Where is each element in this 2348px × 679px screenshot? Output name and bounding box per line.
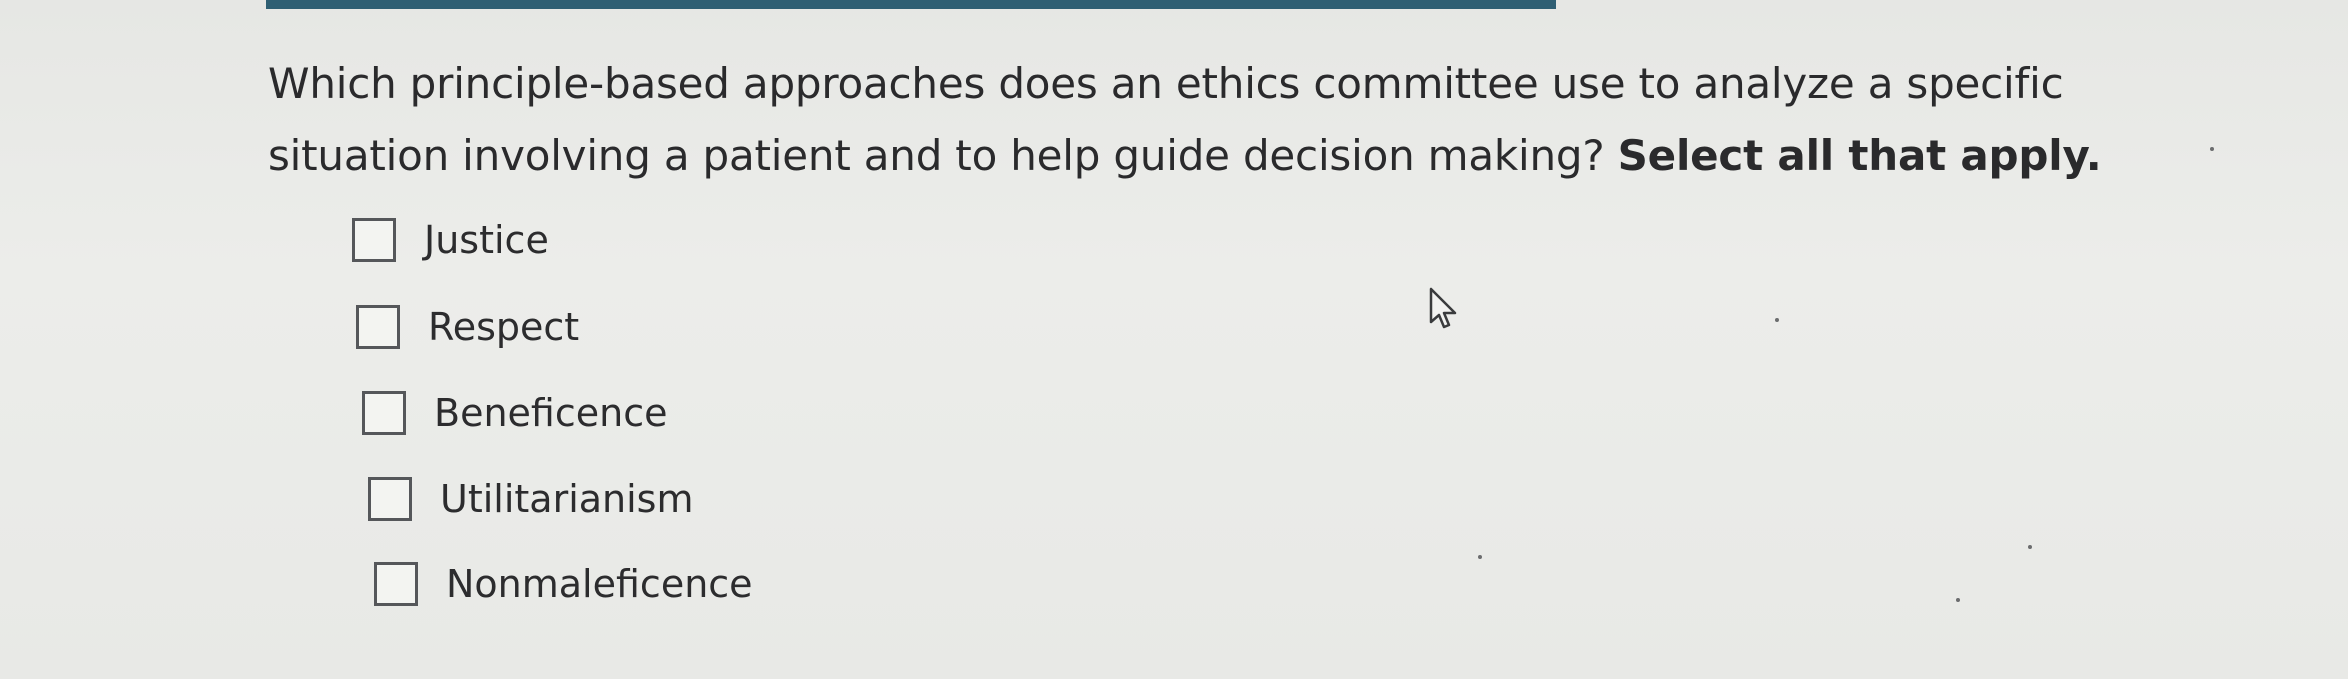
screen-speck xyxy=(1775,318,1779,322)
checkbox-utilitarianism[interactable] xyxy=(368,477,412,521)
option-label-justice: Justice xyxy=(424,218,549,262)
option-beneficence[interactable]: Beneficence xyxy=(362,391,667,435)
checkbox-beneficence[interactable] xyxy=(362,391,406,435)
screen-speck xyxy=(1478,555,1482,559)
answer-options: Justice Respect Beneficence Utilitariani… xyxy=(0,0,2348,679)
option-label-utilitarianism: Utilitarianism xyxy=(440,477,694,521)
option-label-nonmaleficence: Nonmaleficence xyxy=(446,562,753,606)
screen-speck xyxy=(1956,598,1960,602)
option-respect[interactable]: Respect xyxy=(356,305,579,349)
option-utilitarianism[interactable]: Utilitarianism xyxy=(368,477,694,521)
mouse-pointer-icon xyxy=(1429,287,1457,329)
checkbox-justice[interactable] xyxy=(352,218,396,262)
option-justice[interactable]: Justice xyxy=(352,218,549,262)
screen-speck xyxy=(2028,545,2032,549)
screen-speck xyxy=(2210,147,2214,151)
option-label-beneficence: Beneficence xyxy=(434,391,668,435)
checkbox-respect[interactable] xyxy=(356,305,400,349)
checkbox-nonmaleficence[interactable] xyxy=(374,562,418,606)
option-nonmaleficence[interactable]: Nonmaleficence xyxy=(374,562,753,606)
option-label-respect: Respect xyxy=(428,305,580,349)
